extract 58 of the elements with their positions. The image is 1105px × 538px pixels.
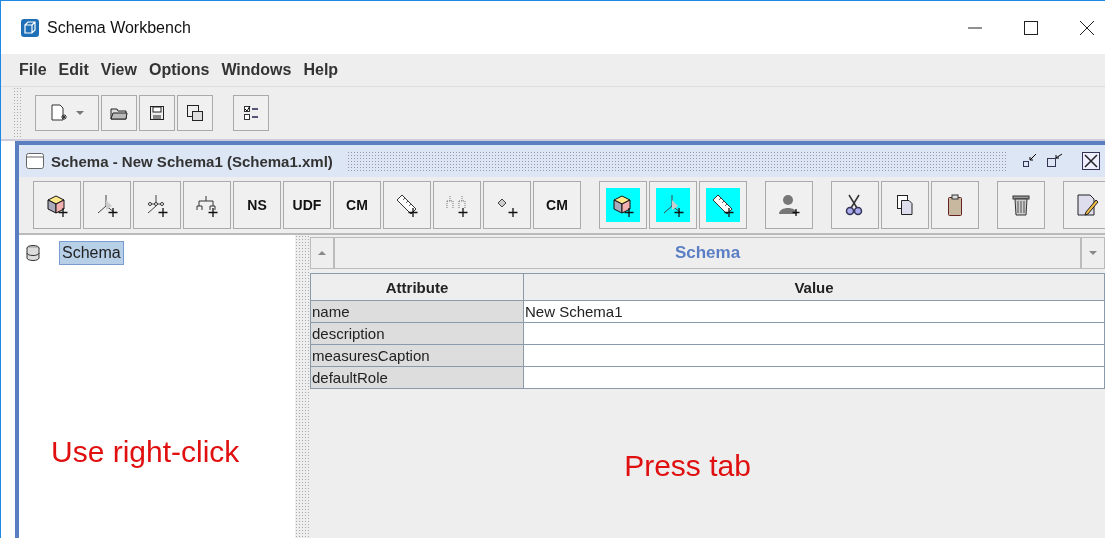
menu-item[interactable]: View [100,61,137,79]
close-icon[interactable] [1081,151,1101,171]
menu-item[interactable]: Windows [221,61,292,79]
paste-button[interactable] [931,181,979,229]
hier-axes-button[interactable] [133,181,181,229]
frame-icon [25,152,45,170]
frame-title: Schema - New Schema1 (Schema1.xml) [51,152,333,170]
cube-button[interactable] [599,181,647,229]
tree-button[interactable] [183,181,231,229]
attribute-cell: name [310,300,524,323]
add-tool-button[interactable]: NS [233,181,281,229]
ruler-button[interactable] [383,181,431,229]
attribute-cell: defaultRole [310,366,524,389]
menu-item[interactable]: Help [303,61,339,79]
new-file-icon [49,103,69,123]
menu-item[interactable]: Edit [58,61,89,79]
new-file-button[interactable] [35,95,99,131]
folder-icon [110,106,128,120]
tree-item[interactable]: Schema [59,241,124,265]
database-icon [25,244,41,262]
add-tool-button[interactable]: CM [333,181,381,229]
open-folder-button[interactable] [101,95,137,131]
maximize-icon[interactable] [1045,153,1065,169]
value-cell[interactable] [523,344,1105,367]
person-button[interactable] [765,181,813,229]
checklist-icon [243,105,259,121]
ruler-button[interactable] [699,181,747,229]
attribute-cell: measuresCaption [310,344,524,367]
scissors-button[interactable] [831,181,879,229]
checklist-button[interactable] [233,95,269,131]
edit-button[interactable] [1063,181,1105,229]
column-header[interactable]: Attribute [310,273,524,301]
annotation-text: Press tab [624,449,751,483]
value-cell[interactable] [523,322,1105,345]
close-icon[interactable] [1079,19,1095,36]
save-as-button[interactable] [177,95,213,131]
minimize-icon[interactable] [1021,153,1039,169]
copy-button[interactable] [881,181,929,229]
app-icon [21,18,39,37]
caret-icon [1088,250,1098,256]
floppy-disks-icon [186,104,204,122]
window-title: Schema Workbench [47,18,191,37]
caret-icon [317,250,327,256]
trash-button[interactable] [997,181,1045,229]
value-cell[interactable]: New Schema1 [523,300,1105,323]
dotted-tree-button[interactable] [433,181,481,229]
cube-button[interactable] [33,181,81,229]
value-cell[interactable] [523,366,1105,389]
menu-item[interactable]: File [19,61,47,79]
annotation-text: Use right-click [51,435,240,469]
attribute-cell: description [310,322,524,345]
column-header[interactable]: Value [523,273,1105,301]
add-tool-button[interactable]: CM [533,181,581,229]
caret-icon [75,110,85,116]
maximize-icon[interactable] [1023,19,1039,36]
menu-item[interactable]: Options [148,61,210,79]
save-button[interactable] [139,95,175,131]
add-tool-button[interactable]: UDF [283,181,331,229]
